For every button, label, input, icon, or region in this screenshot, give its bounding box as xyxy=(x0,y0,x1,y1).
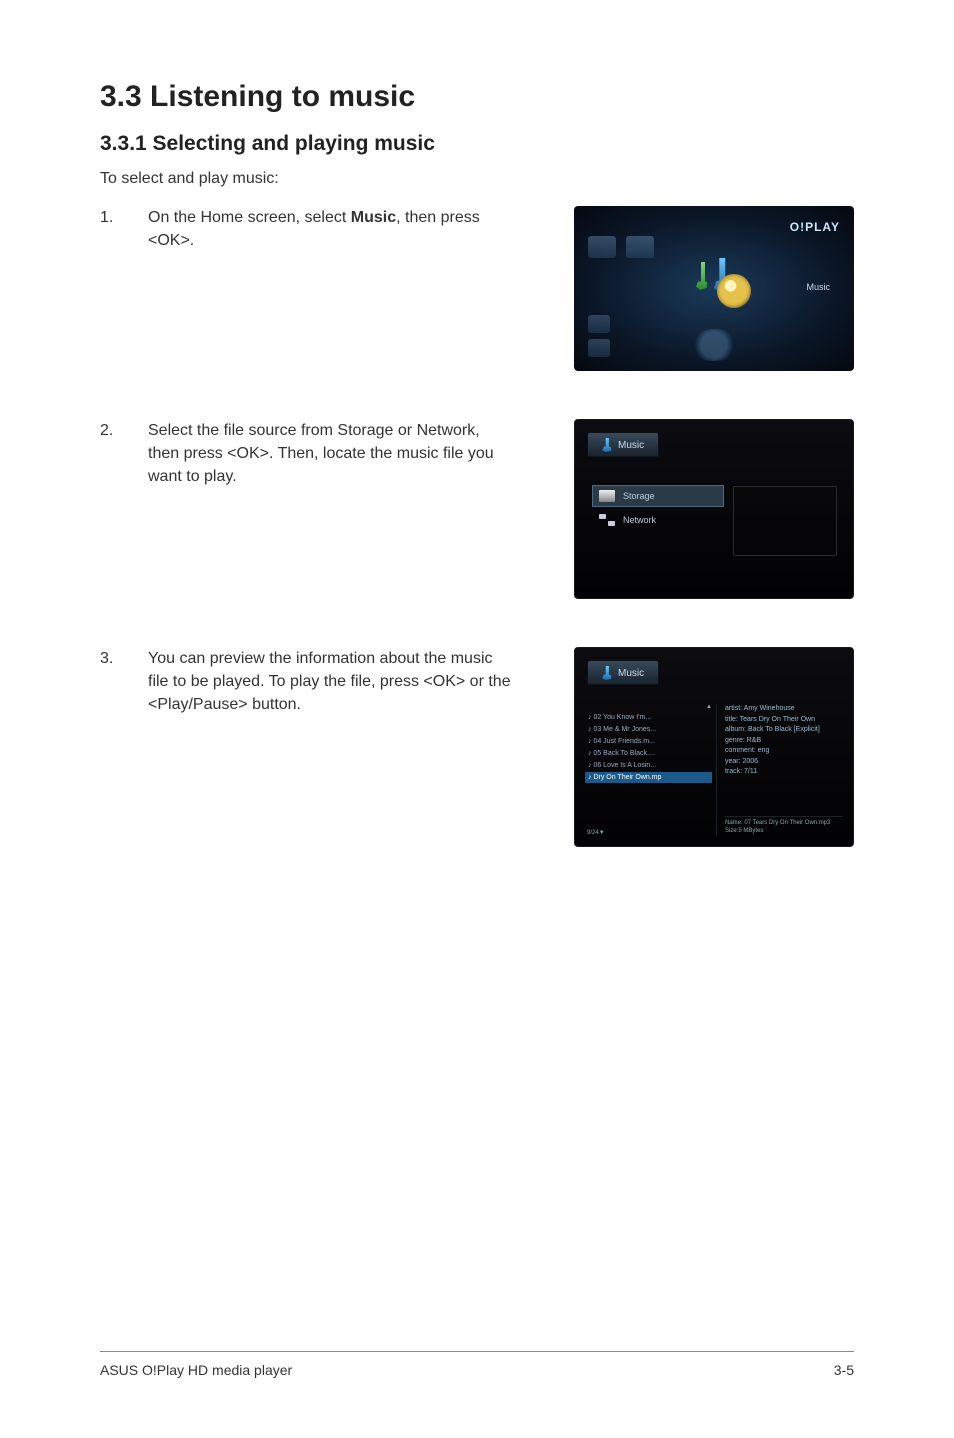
track-list: ▲ ♪ 02 You Know I'm... ♪ 03 Me & Mr Jone… xyxy=(585,704,717,836)
step-3: 3. You can preview the information about… xyxy=(100,647,854,847)
file-name: Name: 07 Tears Dry On Their Own.mp3 xyxy=(725,820,843,828)
screenshot-home: O!PLAY Music xyxy=(574,206,854,371)
home-icon-photo xyxy=(588,315,610,333)
file-size: Size:5 MBytes xyxy=(725,828,843,836)
intro-text: To select and play music: xyxy=(100,170,854,188)
track-metadata: artist: Amy Winehouse title: Tears Dry O… xyxy=(725,704,843,836)
meta-genre: genre: R&B xyxy=(725,736,843,747)
screenshot-tracks: Music ▲ ♪ 02 You Know I'm... ♪ 03 Me & M… xyxy=(574,647,854,847)
network-icon xyxy=(599,514,615,526)
screenshot-source: Music Storage Network xyxy=(574,419,854,599)
home-icon-video xyxy=(626,236,654,258)
oplay-logo: O!PLAY xyxy=(790,220,840,234)
home-icon-files xyxy=(588,339,610,357)
meta-year: year: 2006 xyxy=(725,757,843,768)
home-center-music xyxy=(683,258,745,306)
meta-album: album: Back To Black [Explicit] xyxy=(725,725,843,736)
subsection-title: 3.3.1 Selecting and playing music xyxy=(100,132,854,156)
source-label: Storage xyxy=(623,491,655,501)
step-1-bold: Music xyxy=(351,209,396,226)
step-number: 2. xyxy=(100,419,120,489)
home-icon-settings xyxy=(588,236,616,258)
source-list: Storage Network xyxy=(593,486,723,534)
source-preview-panel xyxy=(733,486,837,556)
track-item[interactable]: ♪ 06 Love Is A Losin... xyxy=(585,760,712,771)
track-item[interactable]: ♪ 05 Back To Black.... xyxy=(585,748,712,759)
home-reflection xyxy=(686,329,742,361)
meta-artist: artist: Amy Winehouse xyxy=(725,704,843,715)
music-icon xyxy=(683,258,745,306)
step-2-body: Select the file source from Storage or N… xyxy=(148,419,514,489)
home-side-icons xyxy=(588,315,610,357)
track-item-selected[interactable]: ♪ Dry On Their Own.mp xyxy=(585,772,712,783)
music-note-icon xyxy=(598,666,612,680)
track-item[interactable]: ♪ 04 Just Friends.m... xyxy=(585,736,712,747)
step-2-text: 2. Select the file source from Storage o… xyxy=(100,419,514,489)
step-1-text: 1. On the Home screen, select Music, the… xyxy=(100,206,514,252)
track-position: 9/24 ▼ xyxy=(587,830,605,836)
home-top-icons xyxy=(588,236,654,258)
meta-comment: comment: eng xyxy=(725,746,843,757)
footer-page-number: 3-5 xyxy=(834,1362,854,1378)
music-tab: Music xyxy=(587,660,659,685)
footer-product: ASUS O!Play HD media player xyxy=(100,1362,292,1378)
track-item[interactable]: ♪ 02 You Know I'm... xyxy=(585,712,712,723)
source-item-storage[interactable]: Storage xyxy=(593,486,723,506)
disc-icon xyxy=(717,274,751,308)
scroll-up-icon[interactable]: ▲ xyxy=(585,704,712,710)
meta-track: track: 7/11 xyxy=(725,767,843,778)
music-tab-label: Music xyxy=(618,440,644,451)
step-1-pre: On the Home screen, select xyxy=(148,209,351,226)
meta-title: title: Tears Dry On Their Own xyxy=(725,715,843,726)
music-tab-header: Music xyxy=(587,432,659,457)
source-item-network[interactable]: Network xyxy=(593,510,723,530)
page-footer: ASUS O!Play HD media player 3-5 xyxy=(100,1351,854,1378)
step-2: 2. Select the file source from Storage o… xyxy=(100,419,854,599)
home-music-label: Music xyxy=(806,282,830,292)
music-tab: Music xyxy=(587,432,659,457)
track-item[interactable]: ♪ 03 Me & Mr Jones... xyxy=(585,724,712,735)
step-1: 1. On the Home screen, select Music, the… xyxy=(100,206,854,371)
step-number: 3. xyxy=(100,647,120,717)
drive-icon xyxy=(599,490,615,502)
step-number: 1. xyxy=(100,206,120,252)
source-label: Network xyxy=(623,515,656,525)
music-tab-header: Music xyxy=(587,660,659,685)
scroll-down-icon[interactable]: ▼ xyxy=(599,830,605,836)
music-note-green-icon xyxy=(689,262,709,290)
music-tab-label: Music xyxy=(618,668,644,679)
step-3-text: 3. You can preview the information about… xyxy=(100,647,514,717)
step-3-body: You can preview the information about th… xyxy=(148,647,514,717)
section-title: 3.3 Listening to music xyxy=(100,80,854,114)
music-note-icon xyxy=(598,438,612,452)
